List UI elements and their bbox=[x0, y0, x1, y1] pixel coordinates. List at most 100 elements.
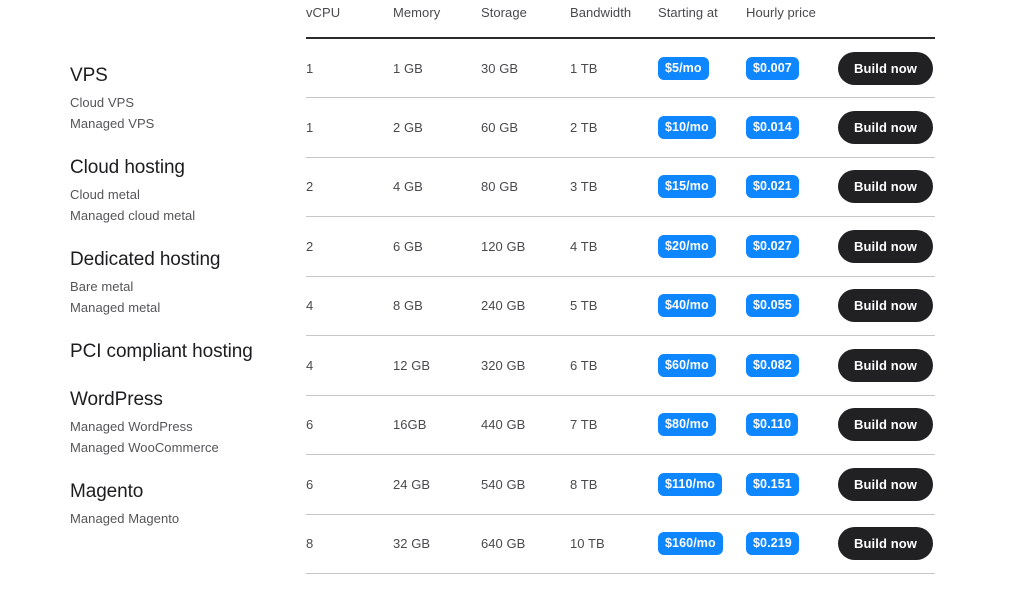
build-now-button[interactable]: Build now bbox=[838, 170, 933, 204]
cell-vcpu: 4 bbox=[306, 357, 314, 373]
hourly-price-badge[interactable]: $0.021 bbox=[746, 175, 799, 199]
sidebar-heading-pci-compliant-hosting[interactable]: PCI compliant hosting bbox=[70, 338, 285, 366]
starting-price-badge[interactable]: $80/mo bbox=[658, 413, 716, 437]
hourly-price-badge[interactable]: $0.055 bbox=[746, 294, 799, 318]
sidebar-link-managed-magento[interactable]: Managed Magento bbox=[70, 509, 285, 530]
build-now-button[interactable]: Build now bbox=[838, 408, 933, 442]
starting-price-badge[interactable]: $15/mo bbox=[658, 175, 716, 199]
cell-starting-at: $5/mo bbox=[658, 38, 746, 98]
cell-bandwidth: 10 TB bbox=[570, 536, 605, 552]
sidebar-heading-cloud-hosting[interactable]: Cloud hosting bbox=[70, 154, 285, 182]
cell-action: Build now bbox=[838, 98, 935, 158]
cell-memory: 24 GB bbox=[393, 476, 431, 492]
table-row: 1 1 GB 30 GB 1 TB $5/mo $0.007 Build now bbox=[306, 38, 935, 98]
cell-vcpu: 8 bbox=[306, 536, 314, 552]
build-now-button[interactable]: Build now bbox=[838, 229, 933, 263]
cell-action: Build now bbox=[838, 38, 935, 98]
cell-memory: 12 GB bbox=[393, 357, 431, 373]
starting-price-badge[interactable]: $5/mo bbox=[658, 56, 709, 80]
build-now-button[interactable]: Build now bbox=[838, 289, 933, 323]
table-row: 4 8 GB 240 GB 5 TB $40/mo $0.055 Build now bbox=[306, 276, 935, 336]
cell-memory: 6 GB bbox=[393, 238, 423, 254]
sidebar-link-managed-woocommerce[interactable]: Managed WooCommerce bbox=[70, 438, 285, 459]
starting-price-badge[interactable]: $40/mo bbox=[658, 294, 716, 318]
cell-vcpu: 6 bbox=[306, 417, 314, 433]
sidebar-link-managed-cloud-metal[interactable]: Managed cloud metal bbox=[70, 206, 285, 227]
sidebar-link-managed-metal[interactable]: Managed metal bbox=[70, 298, 285, 319]
cell-storage: 30 GB bbox=[481, 60, 519, 76]
cell-action: Build now bbox=[838, 395, 935, 455]
nav-group: Magento Managed Magento bbox=[70, 478, 285, 530]
hourly-price-badge[interactable]: $0.151 bbox=[746, 472, 799, 496]
cell-hourly-price: $0.082 bbox=[746, 336, 838, 396]
hourly-price-badge[interactable]: $0.082 bbox=[746, 353, 799, 377]
cell-action: Build now bbox=[838, 336, 935, 396]
cell-vcpu: 4 bbox=[306, 298, 314, 314]
sidebar-link-managed-vps[interactable]: Managed VPS bbox=[70, 114, 285, 135]
hourly-price-badge[interactable]: $0.007 bbox=[746, 56, 799, 80]
hourly-price-badge[interactable]: $0.110 bbox=[746, 413, 799, 437]
cell-hourly-price: $0.219 bbox=[746, 514, 838, 574]
build-now-button[interactable]: Build now bbox=[838, 467, 933, 501]
sidebar-heading-dedicated-hosting[interactable]: Dedicated hosting bbox=[70, 246, 285, 274]
table-row: 8 32 GB 640 GB 10 TB $160/mo $0.219 Build now bbox=[306, 514, 935, 574]
table-header-row: vCPU Memory Storage Bandwidth Starting a… bbox=[306, 0, 935, 38]
cell-hourly-price: $0.027 bbox=[746, 217, 838, 277]
cell-starting-at: $160/mo bbox=[658, 514, 746, 574]
table-row: 4 12 GB 320 GB 6 TB $60/mo $0.082 Build now bbox=[306, 336, 935, 396]
cell-vcpu: 1 bbox=[306, 60, 314, 76]
pricing-table-container: vCPU Memory Storage Bandwidth Starting a… bbox=[306, 0, 935, 574]
cell-memory: 4 GB bbox=[393, 179, 423, 195]
cell-bandwidth: 2 TB bbox=[570, 119, 598, 135]
sidebar-heading-vps[interactable]: VPS bbox=[70, 62, 285, 90]
cell-action: Build now bbox=[838, 217, 935, 277]
sidebar-link-bare-metal[interactable]: Bare metal bbox=[70, 277, 285, 298]
hourly-price-badge[interactable]: $0.014 bbox=[746, 115, 799, 139]
pricing-page: VPS Cloud VPS Managed VPS Cloud hosting Clou… bbox=[0, 0, 1024, 596]
cell-storage: 440 GB bbox=[481, 417, 526, 433]
cell-memory: 2 GB bbox=[393, 119, 423, 135]
cell-starting-at: $10/mo bbox=[658, 98, 746, 158]
sidebar-link-cloud-vps[interactable]: Cloud VPS bbox=[70, 93, 285, 114]
build-now-button[interactable]: Build now bbox=[838, 110, 933, 144]
cell-vcpu: 2 bbox=[306, 179, 314, 195]
cell-starting-at: $110/mo bbox=[658, 455, 746, 515]
cell-storage: 80 GB bbox=[481, 179, 519, 195]
starting-price-badge[interactable]: $160/mo bbox=[658, 532, 723, 556]
starting-price-badge[interactable]: $110/mo bbox=[658, 472, 723, 496]
build-now-button[interactable]: Build now bbox=[838, 527, 933, 561]
cell-storage: 320 GB bbox=[481, 357, 526, 373]
cell-storage: 240 GB bbox=[481, 298, 526, 314]
nav-group: VPS Cloud VPS Managed VPS bbox=[70, 62, 285, 134]
cell-action: Build now bbox=[838, 514, 935, 574]
cell-hourly-price: $0.055 bbox=[746, 276, 838, 336]
sidebar-heading-wordpress[interactable]: WordPress bbox=[70, 386, 285, 414]
sidebar-link-cloud-metal[interactable]: Cloud metal bbox=[70, 185, 285, 206]
build-now-button[interactable]: Build now bbox=[838, 348, 933, 382]
sidebar-link-managed-wordpress[interactable]: Managed WordPress bbox=[70, 417, 285, 438]
nav-group: PCI compliant hosting bbox=[70, 338, 285, 366]
nav-group: Dedicated hosting Bare metal Managed metal bbox=[70, 246, 285, 318]
starting-price-badge[interactable]: $10/mo bbox=[658, 115, 716, 139]
starting-price-badge[interactable]: $60/mo bbox=[658, 353, 716, 377]
cell-bandwidth: 1 TB bbox=[570, 60, 598, 76]
build-now-button[interactable]: Build now bbox=[838, 51, 933, 85]
cell-hourly-price: $0.151 bbox=[746, 455, 838, 515]
cell-memory: 16GB bbox=[393, 417, 427, 433]
cell-hourly-price: $0.021 bbox=[746, 157, 838, 217]
hourly-price-badge[interactable]: $0.027 bbox=[746, 234, 799, 258]
sidebar-heading-magento[interactable]: Magento bbox=[70, 478, 285, 506]
table-header: vCPU Memory Storage Bandwidth Starting a… bbox=[306, 0, 935, 38]
cell-bandwidth: 4 TB bbox=[570, 238, 598, 254]
cell-storage: 640 GB bbox=[481, 536, 526, 552]
starting-price-badge[interactable]: $20/mo bbox=[658, 234, 716, 258]
cell-starting-at: $40/mo bbox=[658, 276, 746, 336]
table-row: 2 4 GB 80 GB 3 TB $15/mo $0.021 Build now bbox=[306, 157, 935, 217]
cell-starting-at: $15/mo bbox=[658, 157, 746, 217]
cell-action: Build now bbox=[838, 276, 935, 336]
cell-vcpu: 2 bbox=[306, 238, 314, 254]
hourly-price-badge[interactable]: $0.219 bbox=[746, 532, 799, 556]
table-row: 2 6 GB 120 GB 4 TB $20/mo $0.027 Build now bbox=[306, 217, 935, 277]
cell-starting-at: $80/mo bbox=[658, 395, 746, 455]
cell-storage: 540 GB bbox=[481, 476, 526, 492]
